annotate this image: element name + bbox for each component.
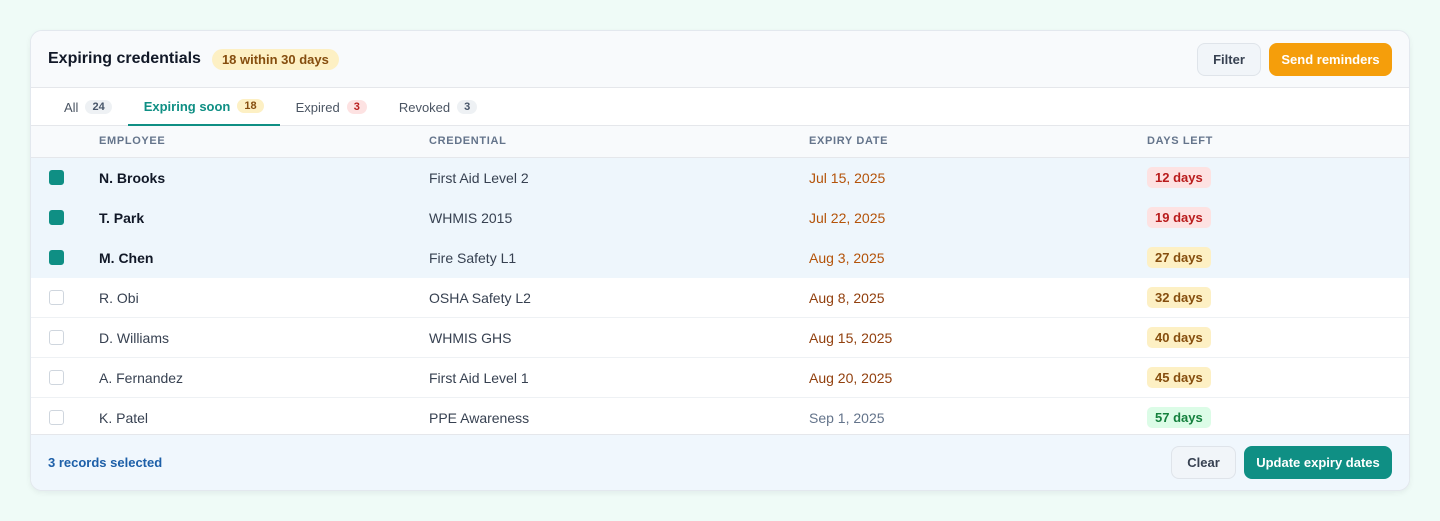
days-left-badge: 32 days <box>1147 287 1211 308</box>
employee-name: N. Brooks <box>99 170 166 186</box>
tab-label: Expired <box>295 99 340 115</box>
days-left-badge: 40 days <box>1147 327 1211 348</box>
tab-expiring-soon[interactable]: Expiring soon 18 <box>127 88 280 126</box>
selection-footer: 3 records selected Clear Update expiry d… <box>31 434 1409 490</box>
table-row[interactable]: K. Patel PPE Awareness Sep 1, 2025 57 da… <box>31 398 1409 438</box>
row-checkbox[interactable] <box>49 290 64 305</box>
tab-count: 24 <box>85 100 112 114</box>
table-row[interactable]: A. Fernandez First Aid Level 1 Aug 20, 2… <box>31 358 1409 398</box>
clear-button[interactable]: Clear <box>1171 446 1236 479</box>
expiry-date: Aug 8, 2025 <box>809 290 885 306</box>
credential-name: PPE Awareness <box>429 410 530 426</box>
credential-name: First Aid Level 2 <box>429 170 529 186</box>
column-header-days-left[interactable]: DAYS LEFT <box>1147 135 1213 147</box>
row-checkbox[interactable] <box>49 330 64 345</box>
tab-count: 18 <box>237 99 264 113</box>
expiry-date: Jul 15, 2025 <box>809 170 886 186</box>
employee-name: M. Chen <box>99 250 154 266</box>
expiry-date: Aug 3, 2025 <box>809 250 885 266</box>
row-checkbox[interactable] <box>49 210 64 225</box>
table-row[interactable]: N. Brooks First Aid Level 2 Jul 15, 2025… <box>31 158 1409 198</box>
table-body: N. Brooks First Aid Level 2 Jul 15, 2025… <box>31 158 1409 438</box>
table-row[interactable]: R. Obi OSHA Safety L2 Aug 8, 2025 32 day… <box>31 278 1409 318</box>
column-header-expiry-date[interactable]: EXPIRY DATE <box>809 135 888 147</box>
update-expiry-dates-button[interactable]: Update expiry dates <box>1244 446 1392 479</box>
row-checkbox[interactable] <box>49 370 64 385</box>
days-left-badge: 45 days <box>1147 367 1211 388</box>
table-row[interactable]: D. Williams WHMIS GHS Aug 15, 2025 40 da… <box>31 318 1409 358</box>
days-left-badge: 12 days <box>1147 167 1211 188</box>
employee-name: K. Patel <box>99 410 149 426</box>
credential-name: First Aid Level 1 <box>429 370 529 386</box>
table-header: EMPLOYEE CREDENTIAL EXPIRY DATE DAYS LEF… <box>31 126 1409 158</box>
tab-bar: All 24 Expiring soon 18 Expired 3 Revoke… <box>31 88 1409 126</box>
expiry-date: Sep 1, 2025 <box>809 410 885 426</box>
credential-name: Fire Safety L1 <box>429 250 517 266</box>
summary-badge: 18 within 30 days <box>211 48 339 70</box>
days-left-badge: 27 days <box>1147 247 1211 268</box>
table-row[interactable]: M. Chen Fire Safety L1 Aug 3, 2025 27 da… <box>31 238 1409 278</box>
selection-count: 3 records selected <box>48 455 163 470</box>
table-row[interactable]: T. Park WHMIS 2015 Jul 22, 2025 19 days <box>31 198 1409 238</box>
tab-label: Revoked <box>398 99 451 115</box>
column-header-credential[interactable]: CREDENTIAL <box>429 135 507 147</box>
credential-name: WHMIS GHS <box>429 330 512 346</box>
tab-expired[interactable]: Expired 3 <box>280 88 383 126</box>
days-left-badge: 19 days <box>1147 207 1211 228</box>
credential-name: WHMIS 2015 <box>429 210 513 226</box>
tab-label: All <box>64 99 79 115</box>
tab-revoked[interactable]: Revoked 3 <box>383 88 493 126</box>
credential-name: OSHA Safety L2 <box>429 290 531 306</box>
tab-count: 3 <box>346 100 367 114</box>
row-checkbox[interactable] <box>49 410 64 425</box>
credentials-card: Expiring credentials 18 within 30 days F… <box>30 30 1410 491</box>
expiry-date: Aug 15, 2025 <box>809 330 893 346</box>
expiry-date: Jul 22, 2025 <box>809 210 886 226</box>
employee-name: T. Park <box>99 210 145 226</box>
tab-all[interactable]: All 24 <box>48 88 128 126</box>
filter-button[interactable]: Filter <box>1197 42 1261 76</box>
tab-count: 3 <box>457 100 478 114</box>
row-checkbox[interactable] <box>49 250 64 265</box>
column-header-employee[interactable]: EMPLOYEE <box>99 135 165 147</box>
tab-label: Expiring soon <box>143 98 231 114</box>
employee-name: A. Fernandez <box>99 370 184 386</box>
expiry-date: Aug 20, 2025 <box>809 370 893 386</box>
send-reminders-button[interactable]: Send reminders <box>1269 42 1392 76</box>
employee-name: R. Obi <box>99 290 139 306</box>
row-checkbox[interactable] <box>49 170 64 185</box>
page-title: Expiring credentials <box>48 50 201 67</box>
card-header: Expiring credentials 18 within 30 days F… <box>31 31 1409 88</box>
days-left-badge: 57 days <box>1147 407 1211 428</box>
employee-name: D. Williams <box>99 330 169 346</box>
